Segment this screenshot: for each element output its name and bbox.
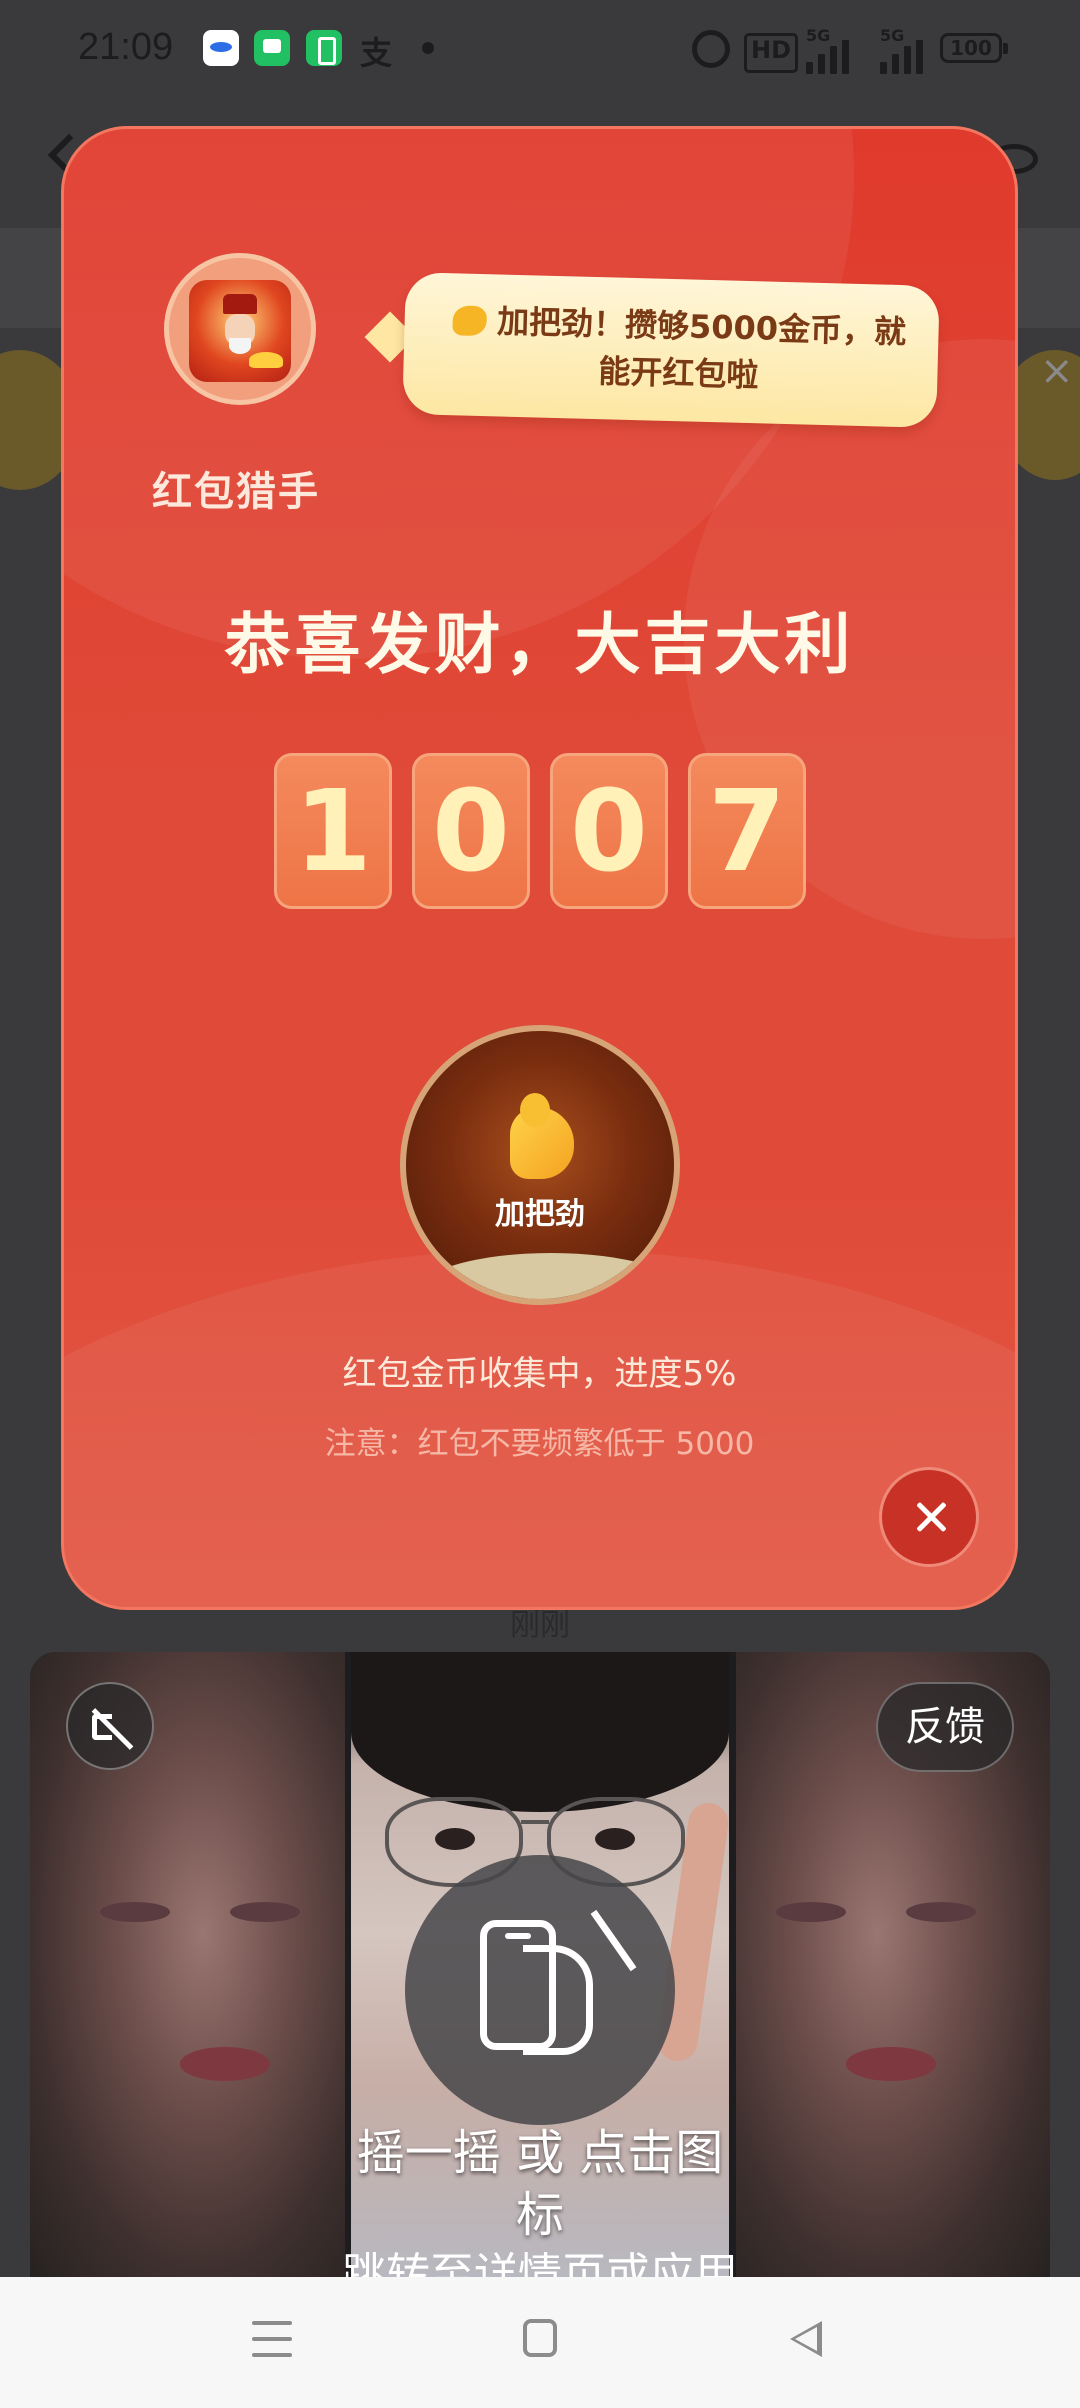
status-time: 21:09 xyxy=(78,26,174,68)
home-icon[interactable] xyxy=(523,2319,557,2357)
coin-counter: 1 0 0 7 xyxy=(274,753,806,909)
blurred-eye xyxy=(100,1902,170,1922)
battery-app-icon xyxy=(306,30,342,66)
blurred-lips xyxy=(180,2047,270,2081)
blurred-eye xyxy=(906,1902,976,1922)
avatar xyxy=(164,253,316,405)
fortune-god-icon xyxy=(189,280,291,382)
signal-2-label: 5G xyxy=(880,26,905,45)
counter-digit: 0 xyxy=(550,753,668,909)
boost-button[interactable]: 加把劲 xyxy=(400,1025,680,1305)
signal-1-icon: 5G xyxy=(806,26,849,74)
fortune-god-beard xyxy=(229,338,251,354)
mute-button[interactable] xyxy=(66,1682,154,1770)
shake-instruction: 摇一摇 或 点击图标 xyxy=(356,2125,724,2243)
fortune-god-hat xyxy=(223,294,257,314)
hd-voice-icon: HD xyxy=(744,33,799,73)
signal-2-icon: 5G xyxy=(880,26,923,74)
alarm-icon xyxy=(692,30,730,68)
shake-subtext: 跳转至详情页或应用 xyxy=(342,2250,738,2277)
status-bar: 21:09 支 HD 5G 5G 100 xyxy=(0,0,1080,100)
bubble-message: 加把劲！攒够5000金币，就能开红包啦 xyxy=(496,302,907,395)
battery-icon: 100 xyxy=(940,33,1008,63)
navigation-bar xyxy=(0,2277,1080,2408)
gold-ingot-icon xyxy=(249,352,283,368)
counter-digit: 1 xyxy=(274,753,392,909)
blurred-eye xyxy=(776,1902,846,1922)
headline: 恭喜发财，大吉大利 xyxy=(224,606,855,683)
boost-label: 加把劲 xyxy=(495,1197,585,1232)
back-icon[interactable] xyxy=(790,2321,822,2357)
notice-text: 注意：红包不要频繁低于 5000 xyxy=(324,1426,755,1462)
hand-icon xyxy=(523,1945,593,2055)
speech-bubble: 加把劲！攒够5000金币，就能开红包啦 xyxy=(402,272,940,428)
glasses-bridge xyxy=(521,1820,549,1824)
messages-icon xyxy=(254,30,290,66)
flexed-biceps-icon xyxy=(510,1093,574,1179)
eye xyxy=(595,1828,635,1850)
eye xyxy=(435,1828,475,1850)
hair xyxy=(351,1652,729,1812)
close-icon: × xyxy=(1040,348,1074,394)
bubble-text: 加把劲！攒够5000金币，就能开红包啦 xyxy=(443,297,915,403)
boost-decor xyxy=(416,1253,674,1299)
red-packet-modal: 红包猎手 加把劲！攒够5000金币，就能开红包啦 恭喜发财，大吉大利 1 0 0… xyxy=(61,126,1018,1610)
avatar-name: 红包猎手 xyxy=(152,469,320,515)
shake-tap-icon[interactable] xyxy=(405,1855,675,2125)
close-button[interactable] xyxy=(879,1467,979,1567)
progress-text: 红包金币收集中，进度5% xyxy=(342,1354,737,1394)
blurred-eye xyxy=(230,1902,300,1922)
menu-icon[interactable] xyxy=(252,2321,292,2357)
counter-digit: 7 xyxy=(688,753,806,909)
signal-1-label: 5G xyxy=(806,26,831,45)
more-notifications-dot xyxy=(422,42,434,54)
feedback-button[interactable]: 反馈 xyxy=(876,1682,1014,1772)
flexed-biceps-icon xyxy=(452,305,488,337)
counter-digit: 0 xyxy=(412,753,530,909)
alipay-icon: 支 xyxy=(360,34,393,72)
weibo-icon xyxy=(203,30,239,66)
blurred-lips xyxy=(846,2047,936,2081)
